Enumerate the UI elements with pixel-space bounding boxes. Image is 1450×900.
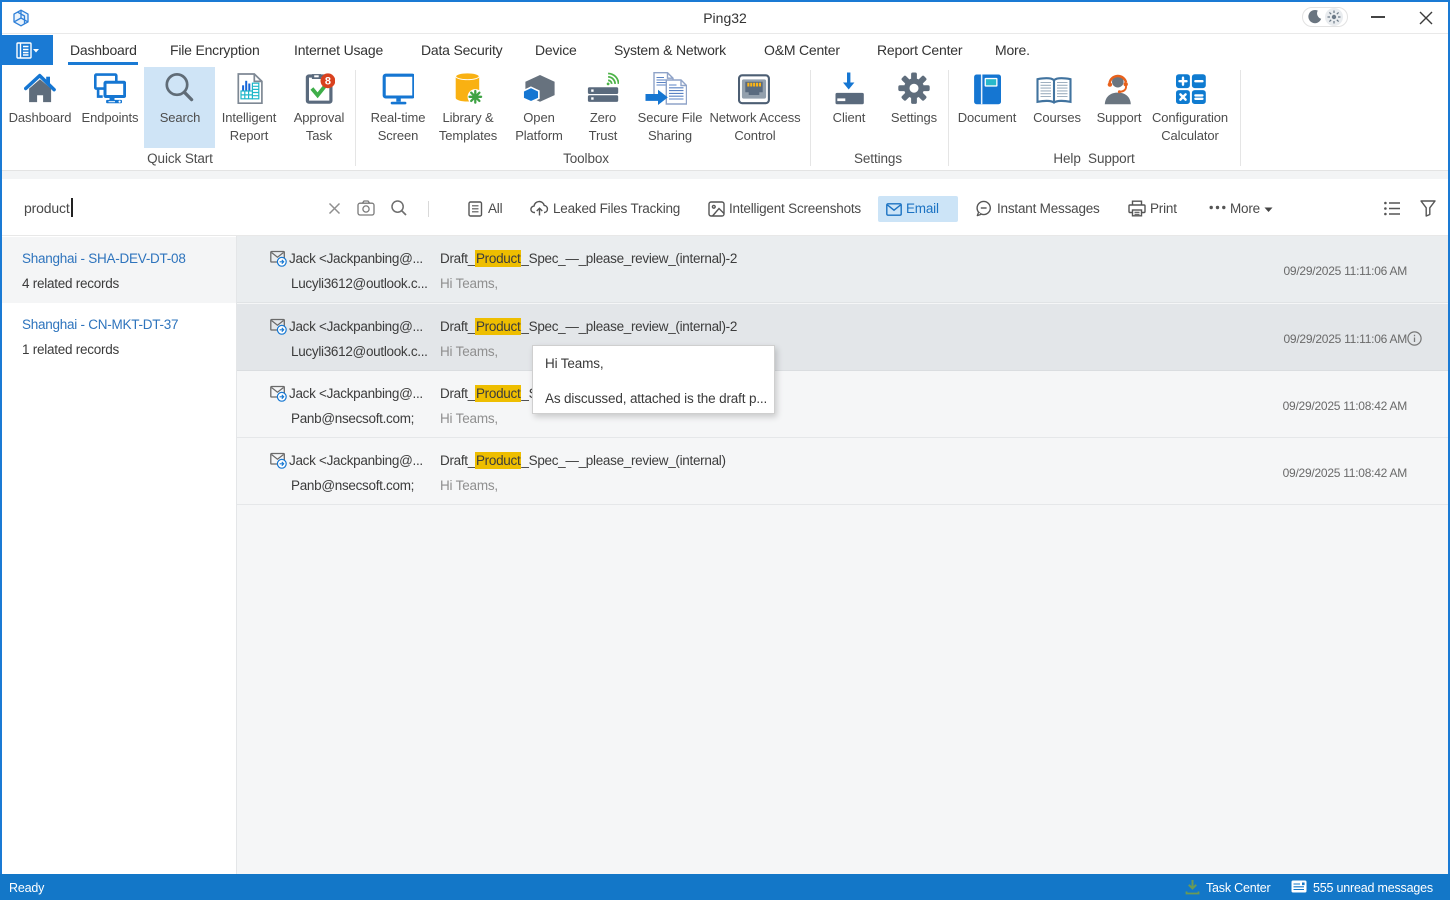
svg-text:8: 8 [325,76,331,88]
